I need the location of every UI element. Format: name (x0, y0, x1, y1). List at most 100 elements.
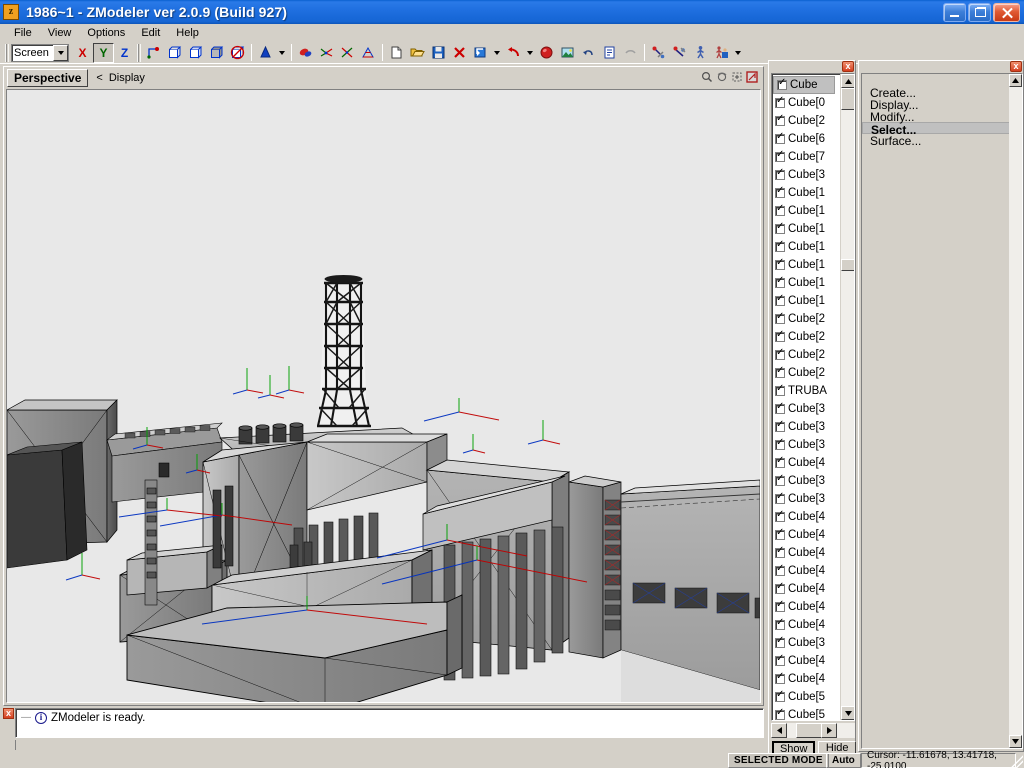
object-list-item[interactable]: Cube[1 (772, 292, 842, 310)
object-list-item[interactable]: Cube[4 (772, 544, 842, 562)
visibility-checkbox[interactable] (775, 419, 785, 432)
chevron-down-icon[interactable] (524, 43, 536, 63)
object-list-item[interactable]: Cube[2 (772, 364, 842, 382)
visibility-checkbox[interactable] (775, 311, 785, 324)
object-list-item[interactable]: Cube[4 (772, 616, 842, 634)
object-list-item[interactable]: Cube[0 (772, 94, 842, 112)
visibility-checkbox[interactable] (775, 257, 785, 270)
visibility-checkbox[interactable] (775, 707, 785, 720)
command-panel-scrollbar[interactable] (1009, 74, 1022, 748)
object-list-item[interactable]: Cube[2 (772, 112, 842, 130)
close-icon[interactable]: x (3, 708, 14, 719)
visibility-checkbox[interactable] (775, 527, 785, 540)
object-list-item[interactable]: Cube[3 (772, 166, 842, 184)
chevron-up-icon[interactable] (841, 74, 854, 88)
scroll-thumb[interactable] (841, 259, 854, 271)
character-icon[interactable] (690, 43, 711, 63)
visibility-checkbox[interactable] (775, 221, 785, 234)
object-list-item[interactable]: Cube[4 (772, 454, 842, 472)
object-list-item[interactable]: Cube[5 (772, 706, 842, 720)
mesh-optimize-icon[interactable] (358, 43, 379, 63)
object-list-item[interactable]: Cube[4 (772, 508, 842, 526)
open-folder-icon[interactable] (407, 43, 428, 63)
orbit-icon[interactable] (715, 70, 729, 84)
visibility-checkbox[interactable] (775, 437, 785, 450)
object-list-item[interactable]: Cube[6 (772, 130, 842, 148)
redo-icon[interactable] (620, 43, 641, 63)
visibility-checkbox[interactable] (775, 275, 785, 288)
object-list-item[interactable]: Cube (773, 76, 835, 94)
cube-none-icon[interactable] (227, 43, 248, 63)
visibility-checkbox[interactable] (775, 383, 785, 396)
status-auto[interactable]: Auto (826, 753, 861, 768)
command-surface[interactable]: Surface... (862, 134, 1010, 148)
cone-create-icon[interactable] (255, 43, 276, 63)
command-modify[interactable]: Modify... (862, 110, 1010, 124)
object-list-item[interactable]: Cube[3 (772, 400, 842, 418)
chevron-up-icon[interactable] (1009, 74, 1022, 87)
visibility-checkbox[interactable] (775, 203, 785, 216)
viewport-3d-canvas[interactable]: y x z (6, 89, 761, 703)
viewport-display-menu[interactable]: < Display (96, 72, 145, 84)
object-list-item[interactable]: Cube[3 (772, 436, 842, 454)
menu-options[interactable]: Options (79, 26, 133, 40)
import-icon[interactable] (470, 43, 491, 63)
object-list-item[interactable]: Cube[2 (772, 346, 842, 364)
object-list-item[interactable]: Cube[4 (772, 562, 842, 580)
chevron-down-icon[interactable] (491, 43, 503, 63)
chevron-down-icon[interactable] (1009, 735, 1022, 748)
skeleton-attach-icon[interactable] (648, 43, 669, 63)
object-list-item[interactable]: Cube[3 (772, 472, 842, 490)
visibility-checkbox[interactable] (775, 455, 785, 468)
cube-world-icon[interactable] (185, 43, 206, 63)
object-list-item[interactable]: Cube[1 (772, 256, 842, 274)
vertex-weld-icon[interactable] (316, 43, 337, 63)
delete-x-icon[interactable] (449, 43, 470, 63)
chevron-down-icon[interactable] (53, 44, 68, 61)
menu-edit[interactable]: Edit (133, 26, 168, 40)
visibility-checkbox[interactable] (775, 653, 785, 666)
object-list-item[interactable]: Cube[3 (772, 418, 842, 436)
axis-y-button[interactable]: Y (93, 42, 114, 63)
visibility-checkbox[interactable] (775, 113, 785, 126)
visibility-checkbox[interactable] (775, 491, 785, 504)
render-sphere-icon[interactable] (536, 43, 557, 63)
cube-parent-icon[interactable] (206, 43, 227, 63)
object-list-item[interactable]: Cube[1 (772, 220, 842, 238)
menu-help[interactable]: Help (168, 26, 207, 40)
command-select[interactable]: Select... (862, 122, 1010, 137)
material-icon[interactable] (295, 43, 316, 63)
notes-icon[interactable] (599, 43, 620, 63)
chevron-down-icon[interactable] (732, 43, 744, 63)
axis-z-button[interactable]: Z (114, 43, 135, 63)
maximize-viewport-icon[interactable] (745, 70, 759, 84)
undo-arrow-icon[interactable] (503, 43, 524, 63)
close-button[interactable] (993, 2, 1020, 22)
chevron-down-icon[interactable] (276, 43, 288, 63)
object-list-item[interactable]: Cube[3 (772, 490, 842, 508)
object-list-item[interactable]: Cube[5 (772, 688, 842, 706)
log-output[interactable]: — i ZModeler is ready. (15, 708, 764, 738)
visibility-checkbox[interactable] (775, 329, 785, 342)
skeleton-detach-icon[interactable] (669, 43, 690, 63)
object-list-item[interactable]: Cube[3 (772, 634, 842, 652)
visibility-checkbox[interactable] (775, 671, 785, 684)
command-display[interactable]: Display... (862, 98, 1010, 112)
save-disk-icon[interactable] (428, 43, 449, 63)
visibility-checkbox[interactable] (775, 635, 785, 648)
visibility-checkbox[interactable] (775, 185, 785, 198)
undo-icon[interactable] (578, 43, 599, 63)
visibility-checkbox[interactable] (775, 239, 785, 252)
visibility-checkbox[interactable] (775, 599, 785, 612)
command-create[interactable]: Create... (862, 86, 1010, 100)
object-list-item[interactable]: Cube[2 (772, 328, 842, 346)
object-list-item[interactable]: Cube[4 (772, 652, 842, 670)
scroll-thumb-top[interactable] (841, 88, 854, 110)
visibility-checkbox[interactable] (775, 581, 785, 594)
visibility-checkbox[interactable] (775, 689, 785, 702)
object-list-item[interactable]: Cube[1 (772, 274, 842, 292)
character-group-icon[interactable] (711, 43, 732, 63)
maximize-button[interactable] (968, 2, 991, 22)
visibility-checkbox[interactable] (775, 509, 785, 522)
object-list-item[interactable]: Cube[1 (772, 202, 842, 220)
